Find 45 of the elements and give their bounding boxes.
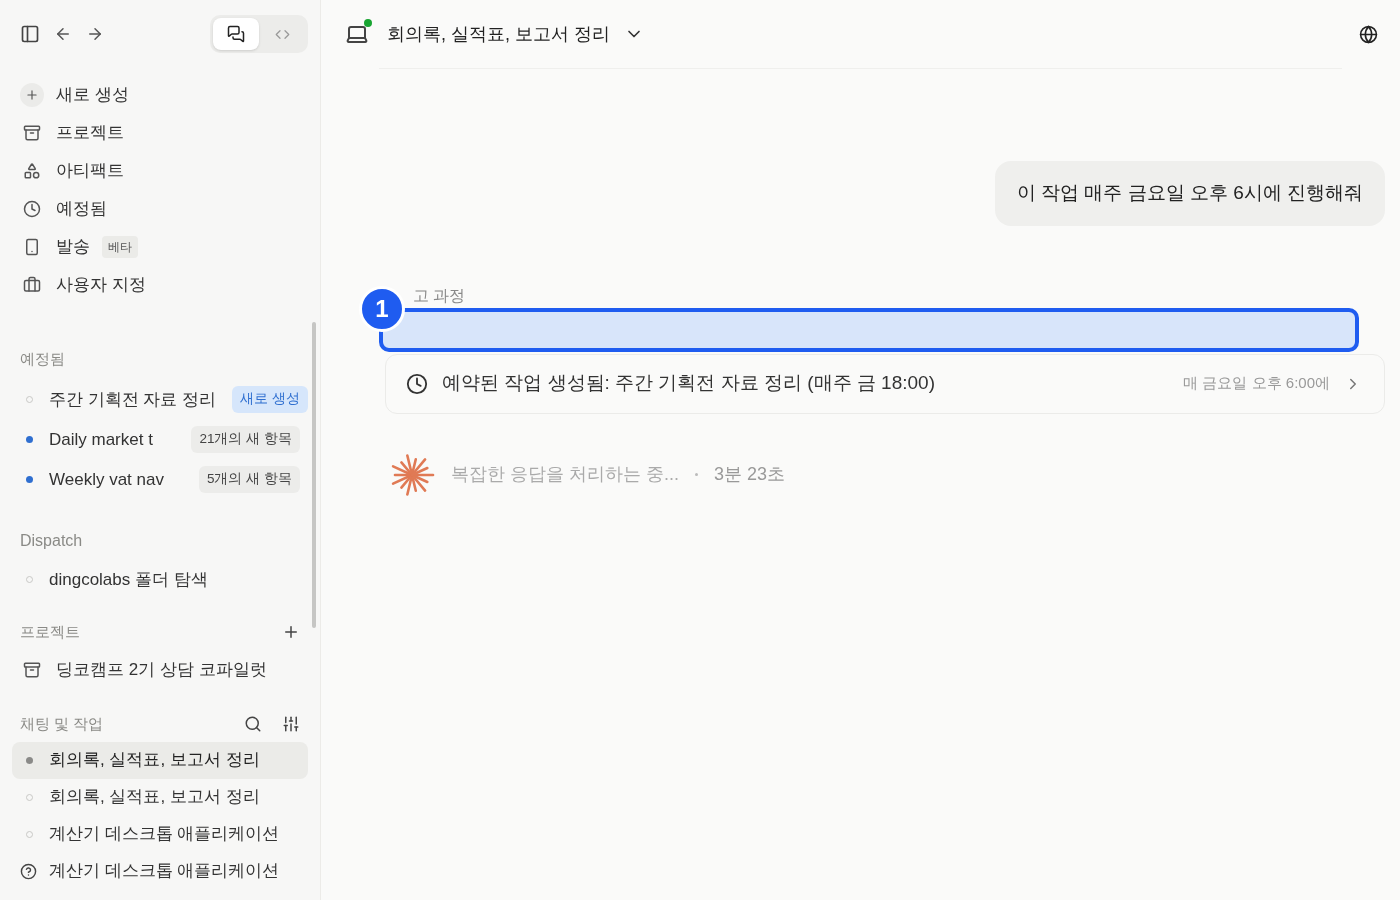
plus-icon [20,83,44,107]
scheduled-item[interactable]: 주간 기획전 자료 정리 [49,386,217,413]
count-tag: 5개의 새 항목 [199,466,300,493]
dispatch-item[interactable]: dingcolabs 폴더 탐색 [49,566,208,593]
step-badge: 1 [359,285,405,332]
back-icon[interactable] [54,25,72,43]
scheduled-item[interactable]: Weekly vat nav [49,466,164,493]
filter-icon[interactable] [282,715,300,734]
nav-item[interactable]: 예정됨 [56,196,107,222]
nav-item[interactable]: 사용자 지정 [56,272,146,298]
schedule-text: 매 금요일 오후 6:00에 [1183,373,1330,394]
spark-icon [389,453,435,496]
task-text: 예약된 작업 생성됨: 주간 기획전 자료 정리 (매주 금 18:00) [442,371,935,396]
search-icon[interactable] [244,715,262,734]
chat-item[interactable]: 계산기 데스크톱 애플리케이션 [12,852,308,890]
count-tag: 21개의 새 항목 [191,426,300,453]
help-icon [20,862,37,880]
section-heading: 프로젝트 [20,621,80,642]
section-heading: Dispatch [19,530,83,551]
elapsed-time: 3분 23초 [714,463,786,486]
clock-icon [406,372,428,395]
section-heading: 채팅 및 작업 [20,714,104,734]
globe-icon[interactable] [1359,24,1378,44]
chat-item[interactable]: 계산기 데스크톱 애플리케이션 [12,815,308,853]
conversation-title: 회의록, 실적표, 보고서 정리 [387,22,610,46]
project-item[interactable]: 딩코캠프 2기 상담 코파일럿 [56,657,267,683]
scheduled-task-card[interactable]: 예약된 작업 생성됨: 주간 기획전 자료 정리 (매주 금 18:00) 매 금요일 오후 6:00에 [385,353,1385,414]
scheduled-item[interactable]: Daily market t [49,426,153,453]
nav-item[interactable]: 아티팩트 [56,158,124,184]
new-tag: 새로 생성 [232,386,308,413]
section-heading: 예정됨 [19,349,65,369]
progress-text: 복잡한 응답을 처리하는 중... [451,463,679,486]
thinking-label: 고 과정 [413,285,466,306]
chat-bubbles-icon [227,25,245,43]
forward-icon[interactable] [86,25,104,43]
nav-item[interactable]: 프로젝트 [56,120,124,146]
chat-item[interactable]: 회의록, 실적표, 보고서 정리 [12,741,308,779]
nav-item[interactable]: 새로 생성 [56,82,129,108]
nav-item[interactable]: 발송 [56,234,90,260]
beta-tag: 베타 [102,236,138,258]
sidebar-toggle-icon[interactable] [20,24,40,44]
laptop-icon [345,22,369,46]
chat-item[interactable]: 회의록, 실적표, 보고서 정리 [12,778,308,816]
chat-tab[interactable] [213,18,259,50]
user-message: 이 작업 매주 금요일 오후 6시에 진행해줘 [994,161,1385,226]
